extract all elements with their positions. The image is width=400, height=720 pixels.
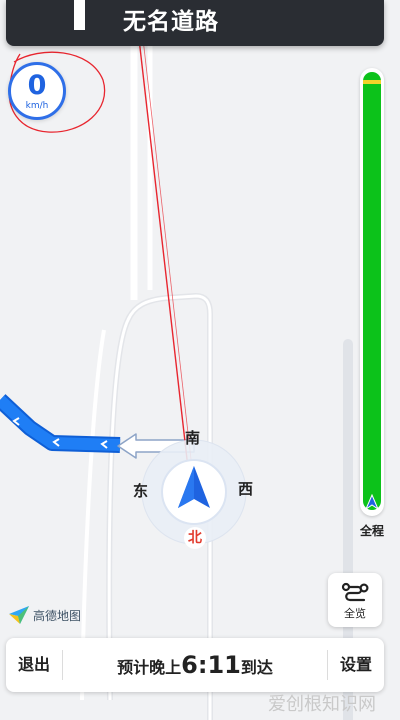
compass-north: 北 bbox=[184, 527, 206, 549]
exit-button[interactable]: 退出 bbox=[6, 638, 62, 692]
amap-logo-text: 高德地图 bbox=[33, 609, 82, 623]
eta-suffix: 到达 bbox=[240, 658, 273, 677]
route-overview-icon bbox=[341, 582, 369, 602]
road-name: 无名道路 bbox=[123, 9, 219, 35]
compass-south: 南 bbox=[185, 429, 201, 447]
speed-unit: km/h bbox=[25, 101, 49, 111]
amap-logo-icon bbox=[9, 606, 29, 624]
overview-label: 全览 bbox=[344, 607, 366, 620]
route-progress-bar bbox=[360, 68, 384, 516]
guidance-banner: 无名道路 bbox=[6, 0, 384, 46]
bottom-control-bar: 退出 预计晚上6:11到达 设置 bbox=[6, 638, 384, 692]
progress-label: 全程 bbox=[359, 524, 384, 538]
divider bbox=[62, 650, 63, 680]
compass-east: 东 bbox=[133, 482, 149, 500]
eta-time: 6:11 bbox=[181, 651, 241, 679]
speedometer: 0 km/h bbox=[8, 62, 66, 120]
route-progress-fill bbox=[363, 72, 381, 510]
settings-button[interactable]: 设置 bbox=[328, 638, 384, 692]
traffic-slow-segment bbox=[363, 80, 381, 84]
watermark: 爱创根知识网 bbox=[268, 694, 376, 715]
straight-arrow-icon bbox=[74, 0, 85, 30]
car-position-icon bbox=[365, 494, 379, 510]
overview-button[interactable]: 全览 bbox=[328, 573, 382, 627]
eta-display: 预计晚上6:11到达 bbox=[68, 638, 322, 692]
eta-prefix: 预计晚上 bbox=[117, 658, 182, 677]
speed-value: 0 bbox=[27, 70, 47, 101]
compass-west: 西 bbox=[238, 480, 254, 498]
